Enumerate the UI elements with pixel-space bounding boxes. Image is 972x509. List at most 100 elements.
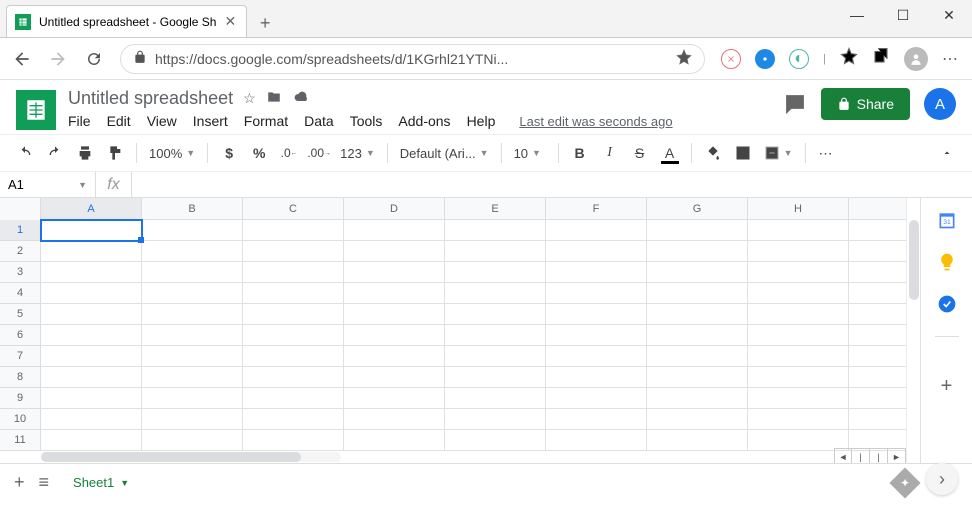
row-header[interactable]: 1 <box>0 220 41 241</box>
cell[interactable] <box>243 304 344 325</box>
column-header[interactable]: G <box>647 198 748 219</box>
cell[interactable] <box>445 262 546 283</box>
cell[interactable] <box>344 367 445 388</box>
close-window-button[interactable]: ✕ <box>926 0 972 30</box>
redo-button[interactable] <box>42 140 68 166</box>
all-sheets-button[interactable]: ≡ <box>39 472 50 493</box>
cell[interactable] <box>647 220 748 241</box>
cell[interactable] <box>445 388 546 409</box>
cell[interactable] <box>445 325 546 346</box>
row-header[interactable]: 3 <box>0 262 41 283</box>
column-header[interactable]: F <box>546 198 647 219</box>
scroll-right-line-button[interactable]: | <box>870 448 888 463</box>
calendar-icon[interactable]: 31 <box>937 210 957 230</box>
cell[interactable] <box>546 262 647 283</box>
cell[interactable] <box>243 220 344 241</box>
cell[interactable] <box>243 346 344 367</box>
browser-tab[interactable]: Untitled spreadsheet - Google Sh ✕ <box>6 5 247 37</box>
favorites-icon[interactable] <box>840 47 858 70</box>
cell[interactable] <box>849 304 906 325</box>
cell[interactable] <box>546 430 647 451</box>
cell[interactable] <box>647 304 748 325</box>
cell[interactable] <box>748 409 849 430</box>
cell[interactable] <box>445 220 546 241</box>
cell[interactable] <box>647 283 748 304</box>
cell[interactable] <box>344 283 445 304</box>
cell[interactable] <box>546 346 647 367</box>
cell[interactable] <box>243 262 344 283</box>
ext-icon-1[interactable] <box>721 49 741 69</box>
cell[interactable] <box>647 388 748 409</box>
number-format-dropdown[interactable]: 123▼ <box>336 146 379 161</box>
menu-tools[interactable]: Tools <box>350 113 383 129</box>
currency-button[interactable]: $ <box>216 140 242 166</box>
cell[interactable] <box>647 430 748 451</box>
last-edit-link[interactable]: Last edit was seconds ago <box>519 114 672 129</box>
cell[interactable] <box>41 325 142 346</box>
cell[interactable] <box>344 346 445 367</box>
profile-avatar[interactable] <box>904 47 928 71</box>
spreadsheet-grid[interactable]: ABCDEFGH 1234567891011 ◄ | | ► <box>0 198 906 463</box>
menu-format[interactable]: Format <box>244 113 288 129</box>
cell[interactable] <box>41 304 142 325</box>
cell[interactable] <box>243 241 344 262</box>
cell[interactable] <box>748 325 849 346</box>
undo-button[interactable] <box>12 140 38 166</box>
row-header[interactable]: 11 <box>0 430 41 451</box>
cell[interactable] <box>445 346 546 367</box>
reload-button[interactable] <box>84 49 104 69</box>
sheets-logo[interactable] <box>16 90 56 130</box>
cell[interactable] <box>748 283 849 304</box>
cell[interactable] <box>849 409 906 430</box>
cell[interactable] <box>344 325 445 346</box>
decrease-decimal-button[interactable]: .0← <box>276 140 302 166</box>
row-header[interactable]: 9 <box>0 388 41 409</box>
close-tab-icon[interactable]: ✕ <box>224 13 236 30</box>
ext-icon-2[interactable] <box>755 49 775 69</box>
row-header[interactable]: 8 <box>0 367 41 388</box>
column-header[interactable]: E <box>445 198 546 219</box>
cell[interactable] <box>445 304 546 325</box>
cell[interactable] <box>142 367 243 388</box>
merge-cells-button[interactable]: ▼ <box>760 145 797 161</box>
doc-title[interactable]: Untitled spreadsheet <box>68 88 233 109</box>
cell[interactable] <box>344 241 445 262</box>
name-box[interactable]: A1 ▼ <box>0 172 96 197</box>
cell[interactable] <box>546 325 647 346</box>
move-icon[interactable] <box>266 90 282 107</box>
cell[interactable] <box>546 388 647 409</box>
forward-button[interactable] <box>48 49 68 69</box>
column-header[interactable]: B <box>142 198 243 219</box>
cell[interactable] <box>849 262 906 283</box>
cell[interactable] <box>243 430 344 451</box>
row-header[interactable]: 6 <box>0 325 41 346</box>
scroll-left-line-button[interactable]: | <box>852 448 870 463</box>
column-header[interactable]: H <box>748 198 849 219</box>
comment-history-icon[interactable] <box>783 92 807 116</box>
cell[interactable] <box>546 304 647 325</box>
cell[interactable] <box>849 346 906 367</box>
font-dropdown[interactable]: Default (Ari...▼ <box>396 146 493 161</box>
cell[interactable] <box>142 346 243 367</box>
cell[interactable] <box>849 241 906 262</box>
cell[interactable] <box>647 346 748 367</box>
cell[interactable] <box>142 262 243 283</box>
row-header[interactable]: 10 <box>0 409 41 430</box>
toolbar-more-button[interactable]: ⋯ <box>814 140 840 166</box>
cell[interactable] <box>849 367 906 388</box>
cell[interactable] <box>243 283 344 304</box>
cell[interactable] <box>41 262 142 283</box>
zoom-dropdown[interactable]: 100%▼ <box>145 146 199 161</box>
hide-menus-button[interactable] <box>934 140 960 166</box>
cell[interactable] <box>142 283 243 304</box>
horizontal-scrollbar[interactable]: ◄ | | ► <box>0 451 906 463</box>
cell[interactable] <box>243 409 344 430</box>
cell[interactable] <box>243 367 344 388</box>
cell[interactable] <box>344 388 445 409</box>
cell[interactable] <box>445 430 546 451</box>
cell[interactable] <box>344 430 445 451</box>
cell[interactable] <box>142 241 243 262</box>
fill-color-button[interactable] <box>700 140 726 166</box>
column-header[interactable] <box>849 198 906 219</box>
borders-button[interactable] <box>730 140 756 166</box>
